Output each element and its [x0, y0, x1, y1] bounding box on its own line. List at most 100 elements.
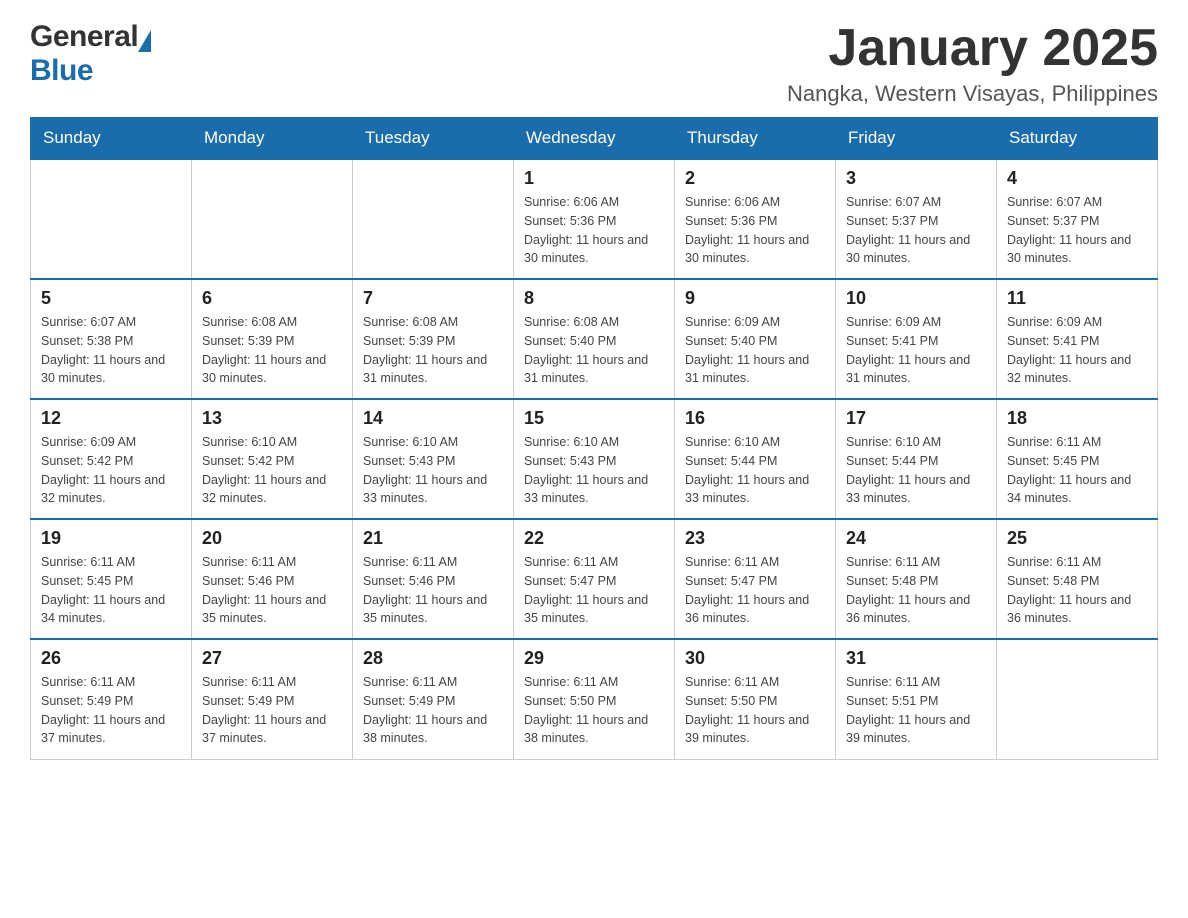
- column-header-tuesday: Tuesday: [353, 118, 514, 160]
- calendar-cell: 23 Sunrise: 6:11 AM Sunset: 5:47 PM Dayli…: [675, 519, 836, 639]
- day-info: Sunrise: 6:07 AM Sunset: 5:38 PM Dayligh…: [41, 313, 181, 388]
- day-number: 28: [363, 648, 503, 669]
- day-number: 23: [685, 528, 825, 549]
- day-info: Sunrise: 6:11 AM Sunset: 5:46 PM Dayligh…: [202, 553, 342, 628]
- calendar-cell: 16Sunrise: 6:10 AM Sunset: 5:44 PM Dayli…: [675, 399, 836, 519]
- day-number: 17: [846, 408, 986, 429]
- day-info: Sunrise: 6:11 AM Sunset: 5:45 PM Dayligh…: [1007, 433, 1147, 508]
- day-info: Sunrise: 6:10 AM Sunset: 5:44 PM Dayligh…: [846, 433, 986, 508]
- calendar-cell: 28 Sunrise: 6:11 AM Sunset: 5:49 PM Dayli…: [353, 639, 514, 759]
- calendar-cell: [192, 159, 353, 279]
- day-info: Sunrise: 6:09 AM Sunset: 5:42 PM Dayligh…: [41, 433, 181, 508]
- day-number: 15: [524, 408, 664, 429]
- calendar-cell: 27Sunrise: 6:11 AM Sunset: 5:49 PM Dayli…: [192, 639, 353, 759]
- calendar-week-row: 1Sunrise: 6:06 AM Sunset: 5:36 PM Daylig…: [31, 159, 1158, 279]
- calendar-cell: 9Sunrise: 6:09 AM Sunset: 5:40 PM Daylig…: [675, 279, 836, 399]
- day-info: Sunrise: 6:11 AM Sunset: 5:48 PM Dayligh…: [846, 553, 986, 628]
- day-info: Sunrise: 6:08 AM Sunset: 5:39 PM Dayligh…: [202, 313, 342, 388]
- calendar-cell: 24 Sunrise: 6:11 AM Sunset: 5:48 PM Dayli…: [836, 519, 997, 639]
- column-header-monday: Monday: [192, 118, 353, 160]
- calendar-table: SundayMondayTuesdayWednesdayThursdayFrid…: [30, 117, 1158, 760]
- calendar-cell: 14 Sunrise: 6:10 AM Sunset: 5:43 PM Dayli…: [353, 399, 514, 519]
- day-number: 7: [363, 288, 503, 309]
- logo-blue-text: Blue: [30, 54, 93, 87]
- calendar-cell: 29Sunrise: 6:11 AM Sunset: 5:50 PM Dayli…: [514, 639, 675, 759]
- day-info: Sunrise: 6:07 AM Sunset: 5:37 PM Dayligh…: [846, 193, 986, 268]
- title-section: January 2025 Nangka, Western Visayas, Ph…: [787, 20, 1158, 107]
- column-header-thursday: Thursday: [675, 118, 836, 160]
- column-header-wednesday: Wednesday: [514, 118, 675, 160]
- day-info: Sunrise: 6:09 AM Sunset: 5:41 PM Dayligh…: [846, 313, 986, 388]
- day-info: Sunrise: 6:11 AM Sunset: 5:49 PM Dayligh…: [363, 673, 503, 748]
- day-info: Sunrise: 6:06 AM Sunset: 5:36 PM Dayligh…: [524, 193, 664, 268]
- day-number: 27: [202, 648, 342, 669]
- calendar-cell: 31 Sunrise: 6:11 AM Sunset: 5:51 PM Dayli…: [836, 639, 997, 759]
- day-info: Sunrise: 6:11 AM Sunset: 5:51 PM Dayligh…: [846, 673, 986, 748]
- logo-general-text: General: [30, 20, 138, 54]
- day-info: Sunrise: 6:11 AM Sunset: 5:48 PM Dayligh…: [1007, 553, 1147, 628]
- calendar-cell: 22 Sunrise: 6:11 AM Sunset: 5:47 PM Dayli…: [514, 519, 675, 639]
- calendar-header-row: SundayMondayTuesdayWednesdayThursdayFrid…: [31, 118, 1158, 160]
- calendar-cell: 30Sunrise: 6:11 AM Sunset: 5:50 PM Dayli…: [675, 639, 836, 759]
- day-number: 5: [41, 288, 181, 309]
- day-number: 29: [524, 648, 664, 669]
- day-number: 12: [41, 408, 181, 429]
- calendar-cell: 2Sunrise: 6:06 AM Sunset: 5:36 PM Daylig…: [675, 159, 836, 279]
- day-number: 13: [202, 408, 342, 429]
- day-info: Sunrise: 6:10 AM Sunset: 5:43 PM Dayligh…: [524, 433, 664, 508]
- day-number: 19: [41, 528, 181, 549]
- day-number: 31: [846, 648, 986, 669]
- day-number: 14: [363, 408, 503, 429]
- day-info: Sunrise: 6:10 AM Sunset: 5:44 PM Dayligh…: [685, 433, 825, 508]
- day-number: 20: [202, 528, 342, 549]
- day-number: 3: [846, 168, 986, 189]
- day-info: Sunrise: 6:11 AM Sunset: 5:47 PM Dayligh…: [685, 553, 825, 628]
- calendar-cell: 6 Sunrise: 6:08 AM Sunset: 5:39 PM Daylig…: [192, 279, 353, 399]
- day-number: 21: [363, 528, 503, 549]
- day-info: Sunrise: 6:11 AM Sunset: 5:45 PM Dayligh…: [41, 553, 181, 628]
- calendar-cell: 8 Sunrise: 6:08 AM Sunset: 5:40 PM Daylig…: [514, 279, 675, 399]
- day-info: Sunrise: 6:11 AM Sunset: 5:49 PM Dayligh…: [41, 673, 181, 748]
- calendar-cell: 12 Sunrise: 6:09 AM Sunset: 5:42 PM Dayli…: [31, 399, 192, 519]
- calendar-cell: 21 Sunrise: 6:11 AM Sunset: 5:46 PM Dayli…: [353, 519, 514, 639]
- calendar-cell: 10 Sunrise: 6:09 AM Sunset: 5:41 PM Dayli…: [836, 279, 997, 399]
- day-number: 25: [1007, 528, 1147, 549]
- day-number: 8: [524, 288, 664, 309]
- logo-triangle-icon: [138, 30, 151, 52]
- calendar-cell: 3 Sunrise: 6:07 AM Sunset: 5:37 PM Daylig…: [836, 159, 997, 279]
- calendar-cell: 25 Sunrise: 6:11 AM Sunset: 5:48 PM Dayli…: [997, 519, 1158, 639]
- calendar-cell: [353, 159, 514, 279]
- calendar-week-row: 12 Sunrise: 6:09 AM Sunset: 5:42 PM Dayli…: [31, 399, 1158, 519]
- calendar-cell: [997, 639, 1158, 759]
- day-info: Sunrise: 6:11 AM Sunset: 5:47 PM Dayligh…: [524, 553, 664, 628]
- calendar-cell: 5 Sunrise: 6:07 AM Sunset: 5:38 PM Daylig…: [31, 279, 192, 399]
- calendar-title: January 2025: [787, 20, 1158, 77]
- day-info: Sunrise: 6:09 AM Sunset: 5:41 PM Dayligh…: [1007, 313, 1147, 388]
- calendar-cell: 20 Sunrise: 6:11 AM Sunset: 5:46 PM Dayli…: [192, 519, 353, 639]
- day-info: Sunrise: 6:11 AM Sunset: 5:46 PM Dayligh…: [363, 553, 503, 628]
- calendar-cell: 26Sunrise: 6:11 AM Sunset: 5:49 PM Dayli…: [31, 639, 192, 759]
- page-header: General Blue January 2025 Nangka, Wester…: [30, 20, 1158, 107]
- day-info: Sunrise: 6:11 AM Sunset: 5:50 PM Dayligh…: [685, 673, 825, 748]
- day-number: 24: [846, 528, 986, 549]
- column-header-saturday: Saturday: [997, 118, 1158, 160]
- day-info: Sunrise: 6:08 AM Sunset: 5:40 PM Dayligh…: [524, 313, 664, 388]
- day-number: 22: [524, 528, 664, 549]
- day-number: 4: [1007, 168, 1147, 189]
- day-info: Sunrise: 6:10 AM Sunset: 5:42 PM Dayligh…: [202, 433, 342, 508]
- calendar-subtitle: Nangka, Western Visayas, Philippines: [787, 81, 1158, 107]
- calendar-cell: 18 Sunrise: 6:11 AM Sunset: 5:45 PM Dayli…: [997, 399, 1158, 519]
- calendar-cell: 15 Sunrise: 6:10 AM Sunset: 5:43 PM Dayli…: [514, 399, 675, 519]
- calendar-cell: 13 Sunrise: 6:10 AM Sunset: 5:42 PM Dayli…: [192, 399, 353, 519]
- calendar-week-row: 26Sunrise: 6:11 AM Sunset: 5:49 PM Dayli…: [31, 639, 1158, 759]
- calendar-cell: 19 Sunrise: 6:11 AM Sunset: 5:45 PM Dayli…: [31, 519, 192, 639]
- day-info: Sunrise: 6:10 AM Sunset: 5:43 PM Dayligh…: [363, 433, 503, 508]
- calendar-cell: 11Sunrise: 6:09 AM Sunset: 5:41 PM Dayli…: [997, 279, 1158, 399]
- day-number: 6: [202, 288, 342, 309]
- calendar-cell: 7Sunrise: 6:08 AM Sunset: 5:39 PM Daylig…: [353, 279, 514, 399]
- day-number: 10: [846, 288, 986, 309]
- day-number: 18: [1007, 408, 1147, 429]
- column-header-sunday: Sunday: [31, 118, 192, 160]
- calendar-cell: 17 Sunrise: 6:10 AM Sunset: 5:44 PM Dayli…: [836, 399, 997, 519]
- calendar-cell: 4Sunrise: 6:07 AM Sunset: 5:37 PM Daylig…: [997, 159, 1158, 279]
